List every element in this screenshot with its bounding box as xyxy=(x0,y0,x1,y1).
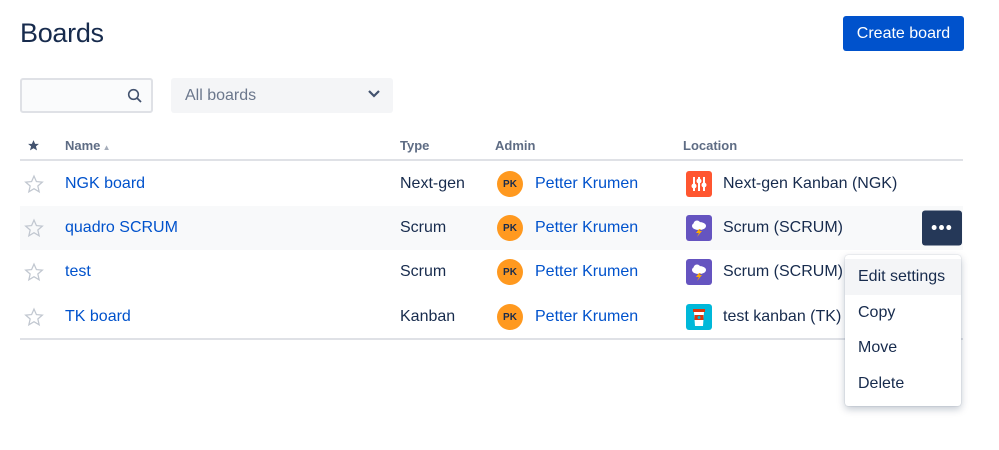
board-name-link[interactable]: test xyxy=(65,263,91,281)
storm-cloud-icon xyxy=(686,259,712,285)
admin-link[interactable]: Petter Krumen xyxy=(535,175,638,193)
star-icon[interactable] xyxy=(24,218,44,238)
admin-link[interactable]: Petter Krumen xyxy=(535,308,638,326)
search-icon xyxy=(127,88,142,103)
location-text: Scrum (SCRUM) xyxy=(723,219,843,236)
avatar: PK xyxy=(497,171,523,197)
table-bottom-divider xyxy=(20,338,963,340)
board-type: Kanban xyxy=(400,308,456,325)
table-row: quadro SCRUM Scrum PK Petter Krumen Scru… xyxy=(20,206,963,250)
board-filter-value: All boards xyxy=(185,87,257,104)
location-text: test kanban (TK) xyxy=(723,308,842,325)
column-header-type: Type xyxy=(400,138,430,153)
sort-icon: ▲ xyxy=(100,143,111,152)
avatar: PK xyxy=(497,259,523,285)
admin-link[interactable]: Petter Krumen xyxy=(535,263,638,281)
table-row: NGK board Next-gen PK Petter Krumen Next… xyxy=(20,162,963,206)
column-header-admin: Admin xyxy=(495,138,536,153)
board-name-link[interactable]: TK board xyxy=(65,308,131,326)
page-title: Boards xyxy=(20,18,104,48)
star-icon[interactable] xyxy=(24,174,44,194)
sliders-icon xyxy=(686,171,712,197)
storm-cloud-icon xyxy=(686,215,712,241)
header-divider xyxy=(20,159,963,161)
search-input[interactable] xyxy=(20,78,153,113)
create-board-button[interactable]: Create board xyxy=(843,16,964,51)
more-actions-button[interactable]: ••• xyxy=(922,210,962,246)
menu-item-edit-settings[interactable]: Edit settings xyxy=(845,259,961,295)
menu-item-copy[interactable]: Copy xyxy=(845,295,961,331)
board-type: Next-gen xyxy=(400,175,465,192)
board-filter-select[interactable]: All boards xyxy=(171,78,393,113)
star-icon[interactable] xyxy=(24,307,44,327)
board-type: Scrum xyxy=(400,219,447,236)
name-header-label: Name xyxy=(65,138,101,153)
star-icon[interactable] xyxy=(24,262,44,282)
location-text: Scrum (SCRUM) xyxy=(723,263,843,280)
board-name-link[interactable]: quadro SCRUM xyxy=(65,219,178,237)
coffee-cup-icon xyxy=(686,304,712,330)
star-header-icon xyxy=(28,140,39,151)
board-name-link[interactable]: NGK board xyxy=(65,175,145,193)
table-row: test Scrum PK Petter Krumen Scrum (SCRUM… xyxy=(20,250,963,294)
column-header-location: Location xyxy=(683,138,738,153)
board-actions-menu: Edit settings Copy Move Delete xyxy=(845,255,961,406)
admin-link[interactable]: Petter Krumen xyxy=(535,219,638,237)
board-type: Scrum xyxy=(400,263,447,280)
column-header-name[interactable]: Name ▲ xyxy=(65,138,111,153)
menu-item-delete[interactable]: Delete xyxy=(845,366,961,402)
table-row: TK board Kanban PK Petter Krumen test ka… xyxy=(20,295,963,339)
avatar: PK xyxy=(497,215,523,241)
avatar: PK xyxy=(497,304,523,330)
location-text: Next-gen Kanban (NGK) xyxy=(723,175,898,192)
chevron-down-icon xyxy=(368,90,380,98)
menu-item-move[interactable]: Move xyxy=(845,330,961,366)
